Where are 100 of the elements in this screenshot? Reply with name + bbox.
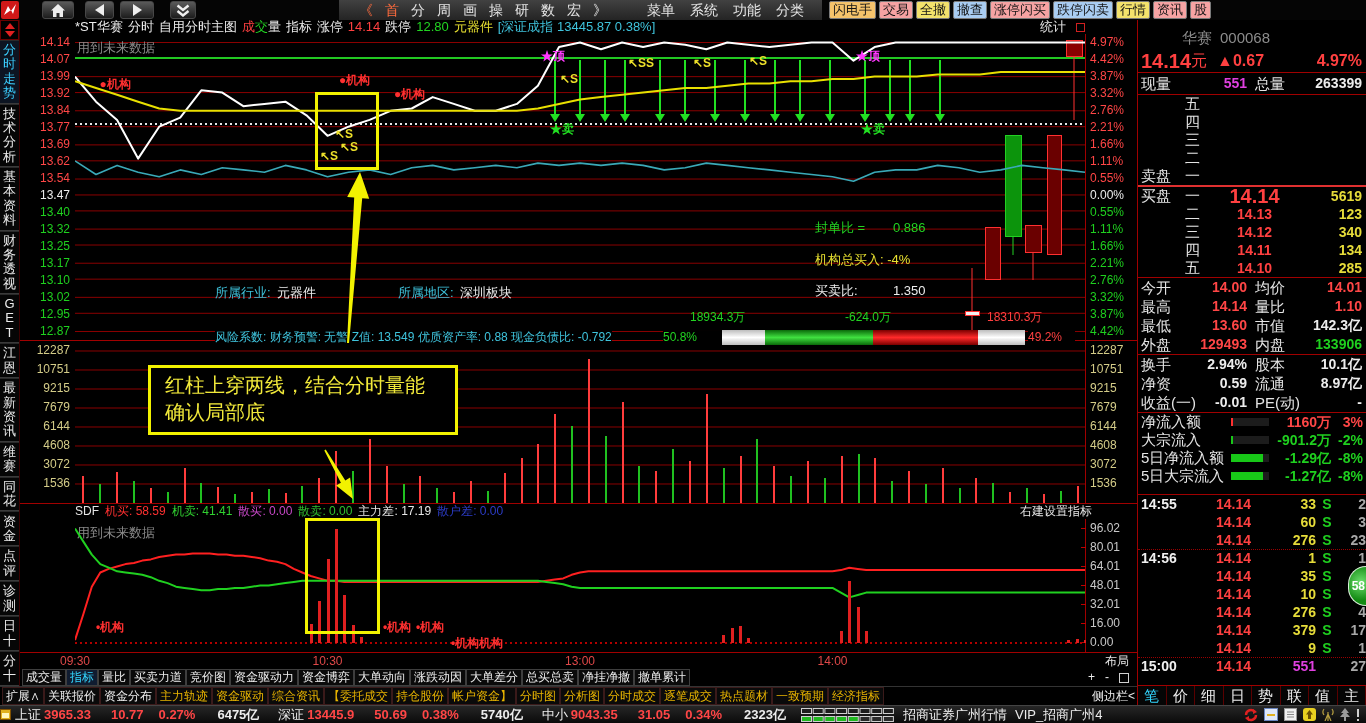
function-tab[interactable]: 【委托成交 bbox=[324, 687, 392, 705]
function-tab[interactable]: 资金分布 bbox=[100, 687, 156, 705]
menu-button[interactable]: 菜单 bbox=[647, 1, 675, 19]
quick-button[interactable]: 交易 bbox=[879, 1, 913, 19]
side-tab[interactable]: 日十 bbox=[0, 616, 19, 652]
expand-button[interactable] bbox=[170, 1, 196, 19]
scroll-down-icon[interactable] bbox=[4, 31, 15, 37]
quick-button[interactable]: 股 bbox=[1190, 1, 1211, 19]
app-logo-icon[interactable] bbox=[1, 1, 19, 19]
indicator-tab[interactable]: 资金驱动力 bbox=[230, 669, 298, 686]
quick-button[interactable]: 全撤 bbox=[916, 1, 950, 19]
menu-tab[interactable]: 周 bbox=[437, 1, 451, 19]
next-page-button[interactable]: 》 bbox=[593, 1, 607, 19]
panel-tab[interactable]: 笔 bbox=[1138, 686, 1167, 705]
indicator-tab[interactable]: 撤单累计 bbox=[634, 669, 690, 686]
function-tab[interactable]: 关联报价 bbox=[44, 687, 100, 705]
function-tab[interactable]: 综合资讯 bbox=[268, 687, 324, 705]
panel-tab[interactable]: 日 bbox=[1223, 686, 1252, 705]
field-value: 133906 bbox=[1315, 336, 1362, 353]
bid-price: 14.14 bbox=[1229, 187, 1280, 205]
layout-button[interactable]: 布局 bbox=[1097, 653, 1137, 669]
menu-button[interactable]: 功能 bbox=[733, 1, 761, 19]
menu-tab[interactable]: 画 bbox=[463, 1, 477, 19]
menu-tab[interactable]: 宏 bbox=[567, 1, 581, 19]
sidebar-toggle-button[interactable]: 侧边栏< bbox=[1092, 688, 1135, 704]
indicator-tab[interactable]: 指标 bbox=[66, 669, 98, 686]
alert-icon[interactable] bbox=[1356, 708, 1360, 721]
function-tab[interactable]: 一致预期 bbox=[772, 687, 828, 705]
side-tab[interactable]: 分时走势 bbox=[0, 40, 19, 104]
refresh-icon[interactable] bbox=[1244, 707, 1258, 722]
quick-button[interactable]: 闪电手 bbox=[829, 1, 876, 19]
list-icon[interactable] bbox=[1284, 708, 1297, 721]
home-button[interactable] bbox=[42, 1, 74, 19]
side-tab[interactable]: 诊测 bbox=[0, 581, 19, 617]
function-tab[interactable]: 逐笔成交 bbox=[660, 687, 716, 705]
side-tab[interactable]: 分十 bbox=[0, 651, 19, 686]
window-icon[interactable] bbox=[0, 709, 11, 720]
level-label: 四 bbox=[1185, 113, 1200, 131]
note-icon[interactable] bbox=[1264, 708, 1278, 721]
indicator-tab[interactable]: 竞价图 bbox=[186, 669, 230, 686]
panel-tab[interactable]: 主 bbox=[1337, 686, 1366, 705]
quick-button[interactable]: 涨停闪买 bbox=[990, 1, 1050, 19]
back-button[interactable] bbox=[85, 1, 114, 19]
statistics-button[interactable]: 统计 bbox=[1040, 20, 1066, 34]
side-tab[interactable]: 资金 bbox=[0, 511, 19, 547]
function-tab[interactable]: 分时成交 bbox=[604, 687, 660, 705]
tree-icon[interactable] bbox=[1340, 708, 1350, 721]
zoom-in-button[interactable]: + bbox=[1088, 670, 1095, 685]
side-tab[interactable]: 基本资料 bbox=[0, 167, 19, 231]
side-tab[interactable]: 同花 bbox=[0, 476, 19, 512]
upload-icon[interactable] bbox=[1303, 708, 1316, 721]
menu-tab[interactable]: 操 bbox=[489, 1, 503, 19]
function-tab[interactable]: 帐户资金】 bbox=[448, 687, 516, 705]
quick-button[interactable]: 行情 bbox=[1116, 1, 1150, 19]
function-tab[interactable]: 资金驱动 bbox=[212, 687, 268, 705]
panel-tab[interactable]: 值 bbox=[1309, 686, 1338, 705]
side-tab[interactable]: GET bbox=[0, 294, 19, 344]
menu-tab[interactable]: 数 bbox=[541, 1, 555, 19]
side-tab[interactable]: 技术分析 bbox=[0, 103, 19, 167]
indicator-tab[interactable]: 大单差分 bbox=[466, 669, 522, 686]
indicator-tab[interactable]: 总买总卖 bbox=[522, 669, 578, 686]
function-tab[interactable]: 扩展∧ bbox=[2, 687, 44, 705]
menu-tab[interactable]: 分 bbox=[411, 1, 425, 19]
side-tab[interactable]: 维赛 bbox=[0, 441, 19, 477]
quick-button[interactable]: 资讯 bbox=[1153, 1, 1187, 19]
previous-page-button[interactable]: 《 bbox=[359, 1, 373, 19]
indicator-tab[interactable]: 净挂净撤 bbox=[578, 669, 634, 686]
forward-button[interactable] bbox=[120, 1, 154, 19]
indicator-tab[interactable]: 大单动向 bbox=[354, 669, 410, 686]
function-tab[interactable]: 经济指标 bbox=[828, 687, 884, 705]
indicator-tab[interactable]: 资金博弈 bbox=[298, 669, 354, 686]
indicator-tab[interactable]: 量比 bbox=[98, 669, 130, 686]
side-tab[interactable]: 江恩 bbox=[0, 343, 19, 379]
menu-button[interactable]: 系统 bbox=[690, 1, 718, 19]
indicator-tab[interactable]: 成交量 bbox=[22, 669, 66, 686]
panel-tab[interactable]: 联 bbox=[1280, 686, 1309, 705]
indicator-settings-link[interactable]: 右建设置指标 bbox=[1020, 504, 1092, 519]
side-tab[interactable]: 点评 bbox=[0, 546, 19, 582]
indicator-tab[interactable]: 涨跌动因 bbox=[410, 669, 466, 686]
side-tab[interactable]: 财务透视 bbox=[0, 230, 19, 294]
function-tab[interactable]: 分时图 bbox=[516, 687, 560, 705]
antenna-icon[interactable] bbox=[1322, 708, 1334, 721]
menu-tab[interactable]: 首 bbox=[385, 1, 399, 19]
function-tab[interactable]: 分析图 bbox=[560, 687, 604, 705]
panel-tab[interactable]: 细 bbox=[1195, 686, 1224, 705]
zoom-out-button[interactable]: - bbox=[1105, 670, 1109, 685]
quick-button[interactable]: 跌停闪卖 bbox=[1053, 1, 1113, 19]
quick-button[interactable]: 撤查 bbox=[953, 1, 987, 19]
broker-label: 招商证券广州行情 bbox=[903, 706, 1008, 723]
function-tab[interactable]: 持仓股份 bbox=[392, 687, 448, 705]
menu-button[interactable]: 分类 bbox=[776, 1, 804, 19]
side-tab[interactable]: 最新资讯 bbox=[0, 378, 19, 442]
scroll-up-icon[interactable] bbox=[4, 23, 15, 29]
function-tab[interactable]: 主力轨迹 bbox=[156, 687, 212, 705]
menu-tab[interactable]: 研 bbox=[515, 1, 529, 19]
panel-tab[interactable]: 价 bbox=[1166, 686, 1195, 705]
indicator-tab[interactable]: 买卖力道 bbox=[130, 669, 186, 686]
function-tab[interactable]: 热点题材 bbox=[716, 687, 772, 705]
panel-tab[interactable]: 势 bbox=[1252, 686, 1281, 705]
field-value: 0.886 bbox=[893, 220, 926, 236]
